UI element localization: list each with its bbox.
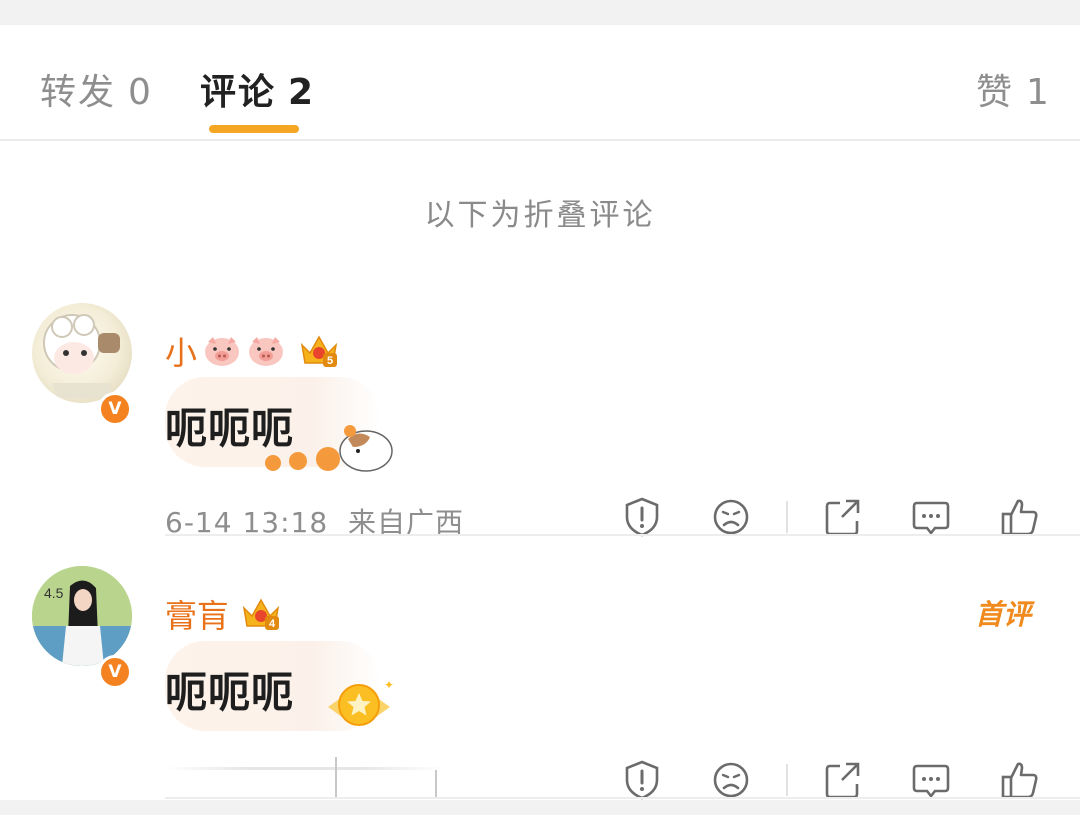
comment-actions — [620, 758, 1050, 802]
svg-text:✦: ✦ — [384, 678, 394, 692]
dislike-button[interactable] — [711, 758, 751, 802]
like-button[interactable] — [1000, 758, 1040, 802]
comment-author-row: 膏肓 4 — [165, 591, 281, 637]
tab-likes[interactable]: 赞1 — [976, 63, 1051, 115]
like-button[interactable] — [1000, 495, 1040, 539]
tab-reposts-label: 转发 — [40, 72, 117, 113]
share-icon — [825, 762, 860, 799]
first-comment-badge: 首评 — [975, 598, 1032, 631]
shield-alert-icon — [625, 497, 659, 537]
tab-comments-label: 评论 — [200, 72, 277, 113]
vip-level: 5 — [327, 355, 333, 367]
blurred-meta-placeholder — [435, 770, 437, 798]
verified-badge: V — [98, 392, 132, 426]
tab-comments[interactable]: 评论 2 — [200, 63, 315, 115]
report-button[interactable] — [622, 758, 662, 802]
comment-actions — [620, 495, 1050, 539]
dislike-button[interactable] — [711, 495, 751, 539]
sad-face-icon — [713, 499, 749, 535]
tab-bar: 转发 0 评论 2 赞1 — [0, 25, 1080, 141]
share-button[interactable] — [822, 495, 862, 539]
action-divider — [786, 764, 788, 796]
shield-alert-icon — [625, 760, 659, 800]
avatar[interactable]: 4.5 — [32, 566, 132, 666]
share-button[interactable] — [822, 758, 862, 802]
comment-icon — [912, 501, 950, 536]
svg-text:4.5: 4.5 — [44, 585, 64, 601]
vip-level: 4 — [269, 618, 276, 630]
blurred-meta-placeholder — [335, 757, 337, 797]
comment-username[interactable]: 小 — [165, 328, 197, 374]
sad-face-icon — [713, 762, 749, 798]
tab-reposts[interactable]: 转发 0 — [40, 63, 153, 115]
comment-text: 呃呃呃 — [165, 404, 295, 453]
thumb-up-icon — [1001, 499, 1038, 536]
thumb-up-icon — [1001, 762, 1038, 799]
pig-emoji-icon — [249, 337, 284, 366]
vip-crown-icon: 5 — [300, 335, 338, 367]
comment-icon — [912, 764, 950, 799]
sheep-avatar-illustration — [43, 314, 120, 398]
tab-comments-count: 2 — [288, 72, 316, 113]
comment-text: 呃呃呃 — [165, 668, 295, 717]
blurred-meta-placeholder — [165, 767, 445, 770]
action-divider — [786, 501, 788, 533]
pig-emoji-icon — [205, 337, 240, 366]
active-tab-indicator — [209, 125, 299, 133]
reply-button[interactable] — [911, 758, 951, 802]
comment-divider — [165, 534, 1080, 536]
comment-divider — [165, 797, 1080, 799]
person-avatar-photo: 4.5 — [32, 566, 132, 666]
folded-comments-hint: 以下为折叠评论 — [424, 198, 656, 233]
share-icon — [825, 499, 860, 536]
tab-reposts-count: 0 — [128, 72, 153, 113]
verified-badge: V — [98, 655, 132, 689]
reply-button[interactable] — [911, 495, 951, 539]
comment-author-row: 小 5 — [165, 328, 339, 374]
report-button[interactable] — [622, 495, 662, 539]
star-medal-sticker-icon: ✦ — [328, 678, 394, 726]
vip-crown-icon: 4 — [242, 598, 280, 630]
tab-likes-count: 1 — [1026, 72, 1051, 113]
comment-username[interactable]: 膏肓 — [165, 591, 229, 637]
tab-likes-label: 赞 — [976, 72, 1015, 113]
avatar[interactable] — [32, 303, 132, 403]
comment-panel: 转发 0 评论 2 赞1 以下为折叠评论 V 小 5 呃呃呃 6-14 13:1… — [0, 25, 1080, 800]
